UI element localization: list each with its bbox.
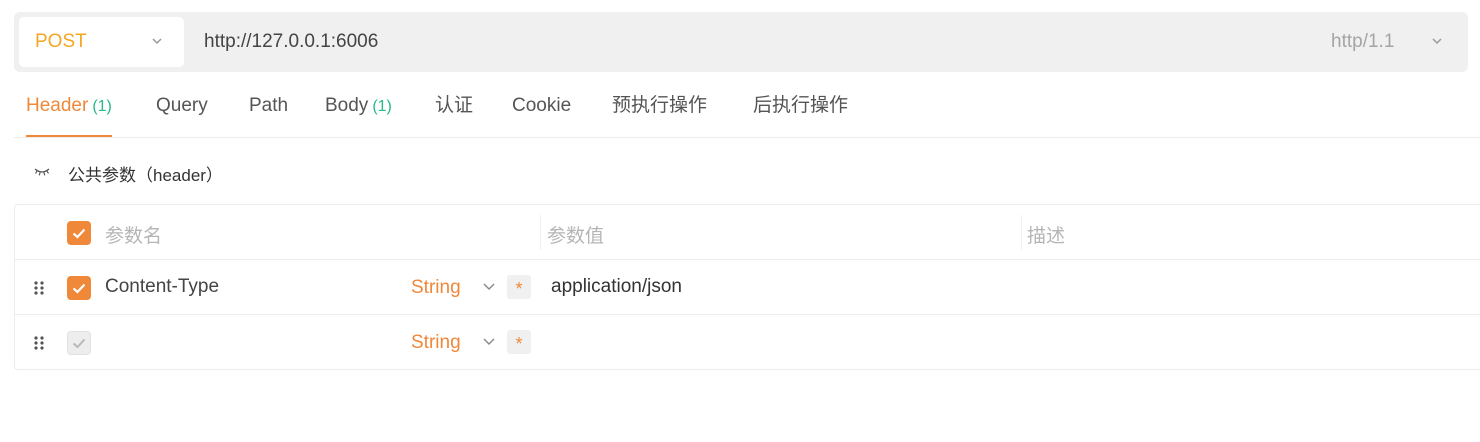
column-divider[interactable] [540,215,541,250]
table-header-row: 参数名 参数值 描述 [15,205,1480,260]
chevron-down-icon[interactable] [481,333,497,349]
chevron-down-icon [152,38,162,45]
check-icon [72,338,86,349]
column-divider[interactable] [1021,215,1022,250]
method-label: POST [35,31,87,52]
tab-pre-script[interactable]: 预执行操作 [612,84,707,137]
column-header-name: 参数名 [105,226,163,247]
section-title: 公共参数（header） [68,166,223,185]
url-input[interactable]: http://127.0.0.1:6006 [204,31,378,53]
tab-count: (1) [372,98,392,115]
required-toggle[interactable]: * [507,330,531,354]
chevron-down-icon[interactable] [1427,31,1447,51]
method-select[interactable]: POST [19,17,184,67]
drag-handle-icon[interactable] [33,335,45,351]
request-tabs: Header (1) Query Path Body (1) 认证 Cookie 预… [14,84,1480,138]
tab-header[interactable]: Header (1) [26,84,112,137]
column-header-description: 描述 [1027,226,1066,247]
column-header-value: 参数值 [547,226,605,247]
tab-label: 后执行操作 [753,95,849,116]
param-type-select[interactable]: String [411,332,461,354]
select-all-checkbox[interactable] [67,221,91,245]
tab-cookie[interactable]: Cookie [512,84,571,137]
row-enable-checkbox[interactable] [67,331,91,355]
tab-label: 预执行操作 [612,95,708,116]
tab-label: Body [325,95,369,116]
protocol-select[interactable]: http/1.1 [1331,31,1394,53]
tab-label: Cookie [512,95,572,116]
param-type-select[interactable]: String [411,277,461,299]
tab-body[interactable]: Body (1) [325,84,392,137]
tab-label: Query [156,95,208,116]
drag-handle-icon[interactable] [33,280,45,296]
tab-post-script[interactable]: 后执行操作 [753,84,848,137]
tab-auth[interactable]: 认证 [435,84,473,137]
param-name-input[interactable]: Content-Type [105,276,219,298]
row-enable-checkbox[interactable] [67,276,91,300]
tab-count: (1) [92,98,112,115]
table-row: String * [15,315,1480,370]
check-icon [72,228,86,239]
required-toggle[interactable]: * [507,275,531,299]
header-params-table: 参数名 参数值 描述 Content-Type String * applica… [14,204,1480,370]
request-url-bar: POST http://127.0.0.1:6006 http/1.1 [14,12,1468,72]
tab-label: 认证 [435,95,474,116]
chevron-down-icon[interactable] [481,278,497,294]
tab-path[interactable]: Path [249,84,288,137]
table-row: Content-Type String * application/json [15,260,1480,315]
tab-query[interactable]: Query [156,84,208,137]
check-icon [72,283,86,294]
eye-closed-icon[interactable] [34,164,50,178]
tab-label: Path [249,95,289,116]
param-value-input[interactable]: application/json [551,276,682,298]
tab-label: Header [26,95,89,116]
